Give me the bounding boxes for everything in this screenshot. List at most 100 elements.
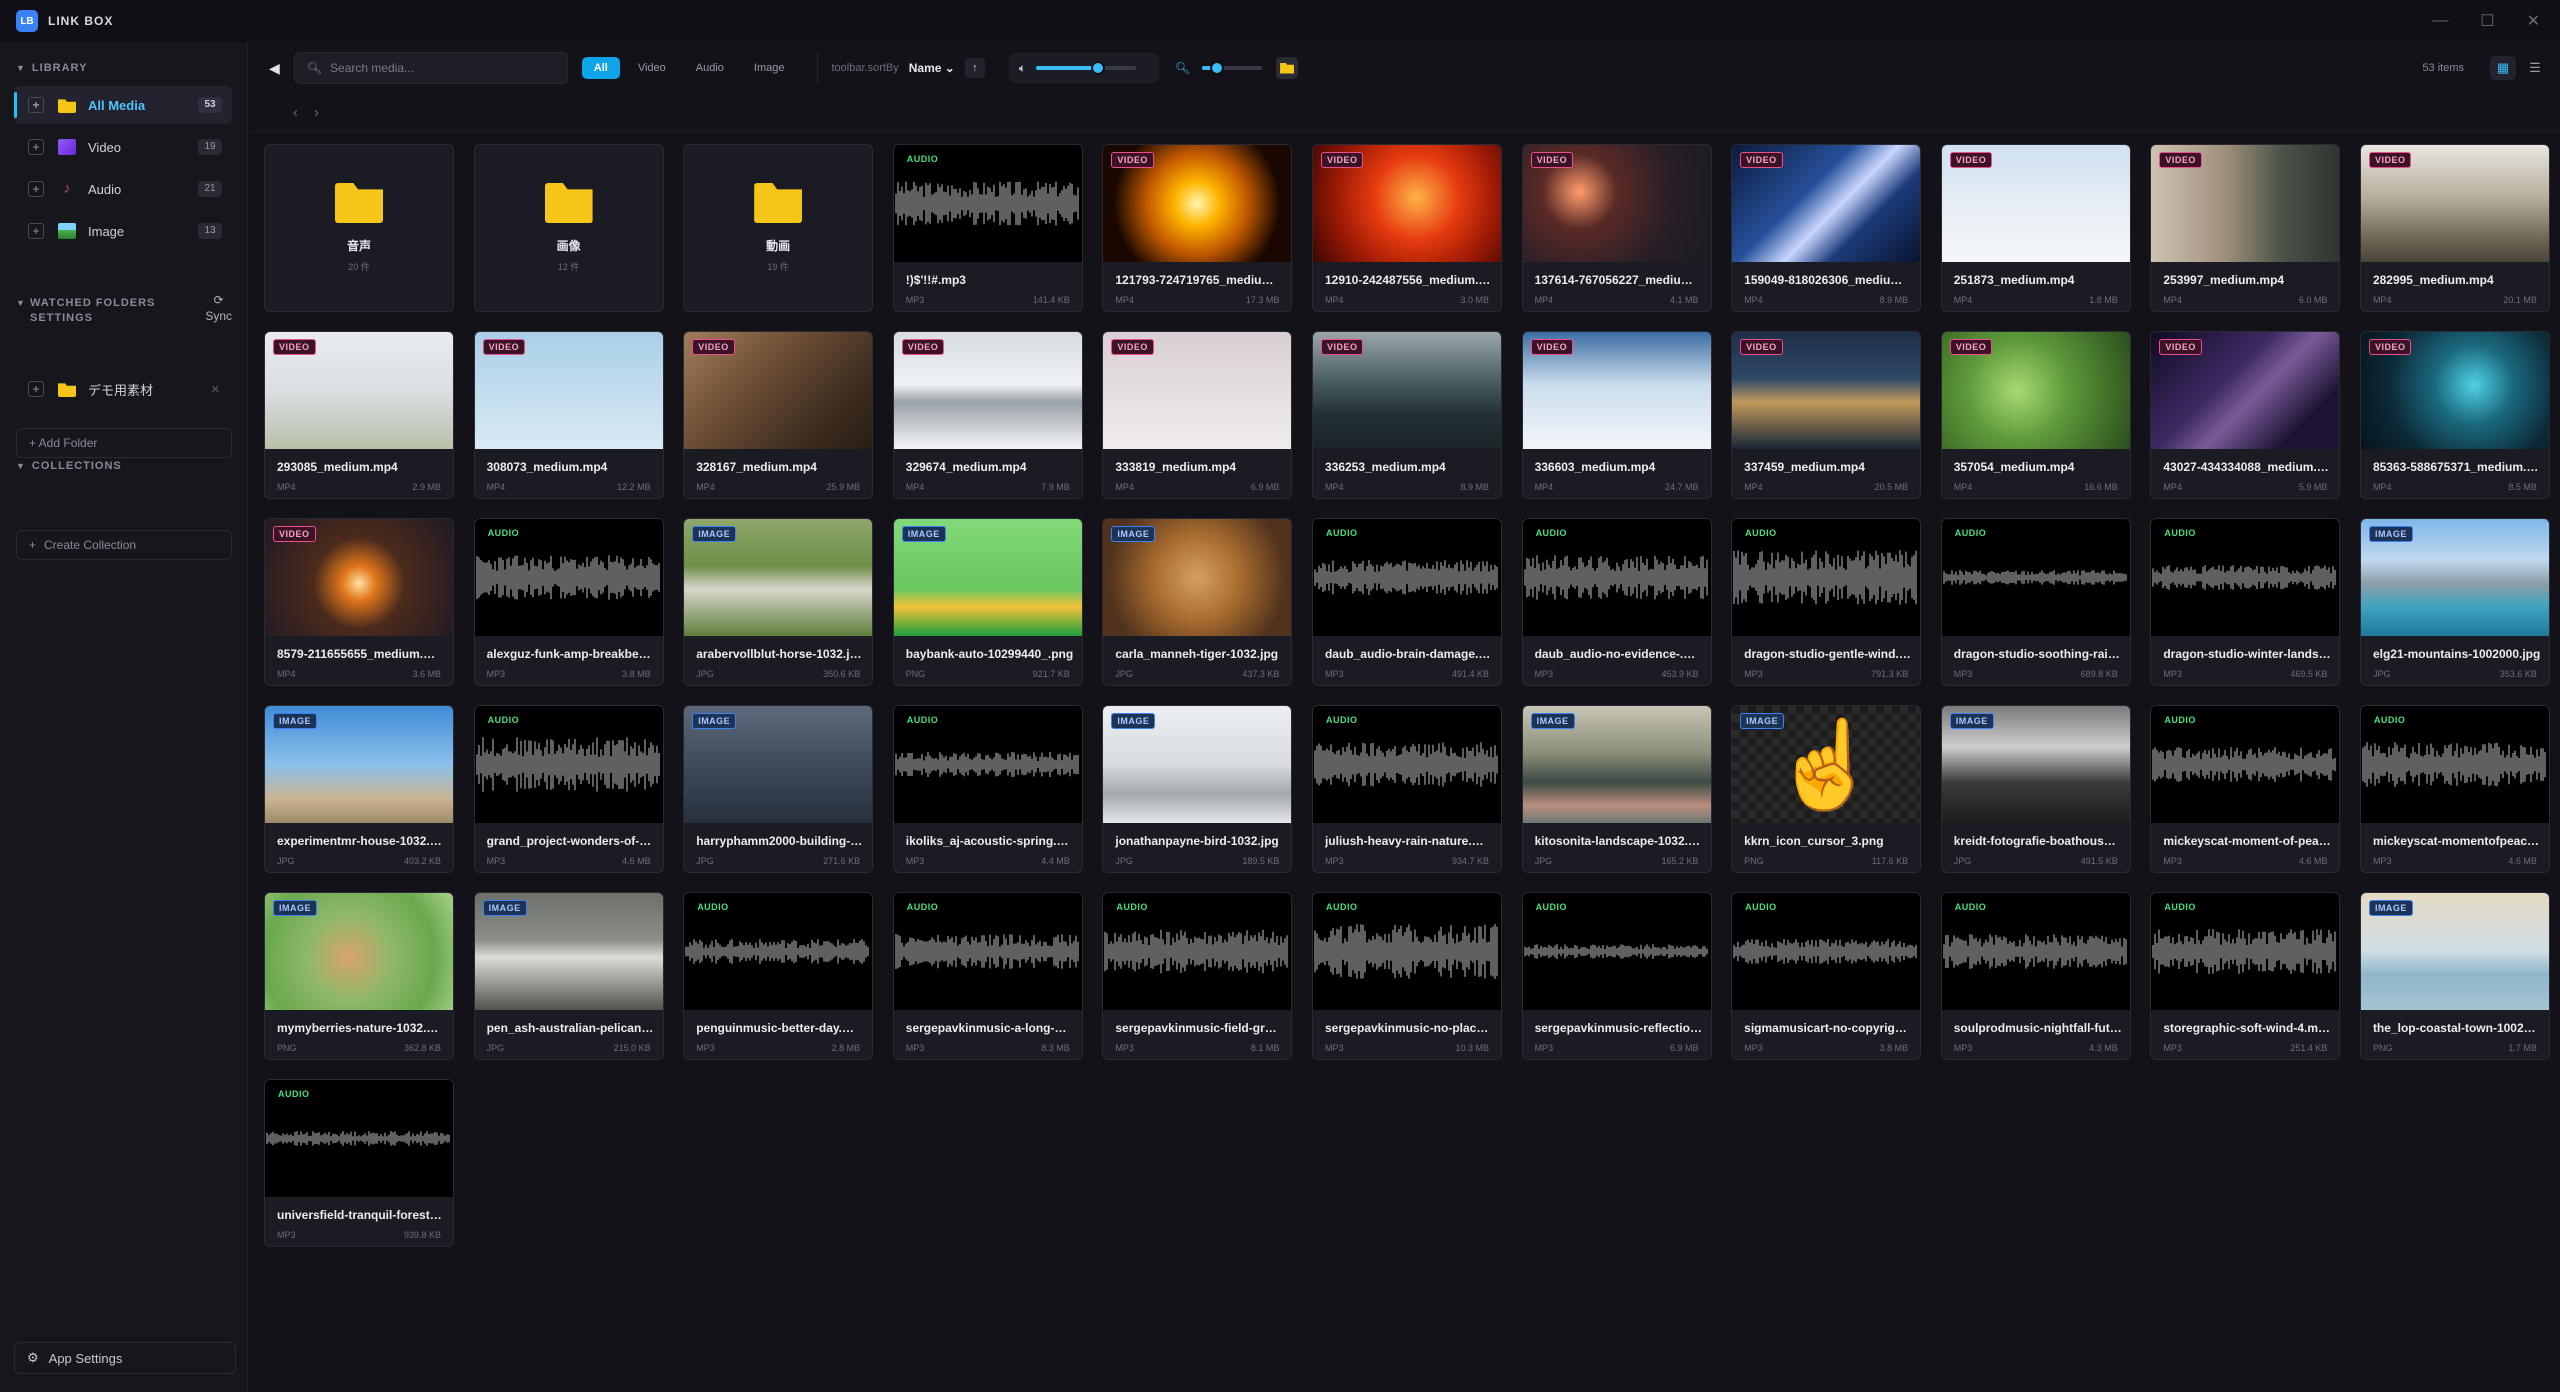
media-card[interactable]: IMAGE kreidt-fotografie-boathouse.jpg JPG 4…	[1940, 705, 2131, 873]
media-card[interactable]: AUDIO daub_audio-brain-damage.mp3 MP3 491.4…	[1311, 518, 1502, 686]
media-card[interactable]: VIDEO 357054_medium.mp4 MP4 16.6 MB	[1940, 331, 2131, 499]
media-card[interactable]: AUDIO mickeyscat-momentofpeace.mp3 MP3 4.6 …	[2359, 705, 2550, 873]
sidebar-item-image[interactable]: + Image 13	[14, 212, 232, 250]
sidebar-item-audio[interactable]: + ♪ Audio 21	[14, 170, 232, 208]
folder-card[interactable]: 動画 19 件	[683, 144, 874, 312]
media-card[interactable]: IMAGE arabervollblut-horse-1032.jpg JPG 350…	[683, 518, 874, 686]
media-card[interactable]: VIDEO 159049-818026306_medium.mp4 MP4 8.9 M…	[1731, 144, 1922, 312]
filter-all-button[interactable]: All	[581, 57, 620, 79]
media-card[interactable]: IMAGE the_lop-coastal-town-1002000.png PNG…	[2359, 892, 2550, 1060]
media-card[interactable]: IMAGE pen_ash-australian-pelican.jpg JPG 21…	[473, 892, 664, 1060]
media-card[interactable]: VIDEO 308073_medium.mp4 MP4 12.2 MB	[473, 331, 664, 499]
app-settings-button[interactable]: ⚙ App Settings	[14, 1342, 236, 1374]
media-card[interactable]: IMAGE harryphamm2000-building-1032.jpg JPG…	[683, 705, 874, 873]
add-icon[interactable]: +	[28, 381, 44, 397]
sidebar-item-video[interactable]: + Video 19	[14, 128, 232, 166]
media-card[interactable]: AUDIO juliush-heavy-rain-nature.mp3 MP3 934…	[1311, 705, 1502, 873]
media-card[interactable]: AUDIO mickeyscat-moment-of-peace.mp3 MP3 4.…	[2150, 705, 2341, 873]
media-card[interactable]: AUDIO penguinmusic-better-day.mp3 MP3 2.8 M…	[683, 892, 874, 1060]
filter-video-button[interactable]: Video	[626, 57, 678, 79]
media-card[interactable]: VIDEO 282995_medium.mp4 MP4 20.1 MB	[2359, 144, 2550, 312]
filter-audio-button[interactable]: Audio	[684, 57, 736, 79]
forward-arrow-icon[interactable]: ›	[314, 104, 319, 121]
watched-folder-item[interactable]: + デモ用素材 ✕	[14, 374, 232, 404]
media-card[interactable]: VIDEO 12910-242487556_medium.mp4 MP4 3.0 MB	[1311, 144, 1502, 312]
sync-button[interactable]: ⟳ Sync	[205, 292, 232, 324]
add-folder-button[interactable]: + Add Folder	[16, 428, 232, 458]
media-card[interactable]: VIDEO 121793-724719765_medium.mp4 MP4 17.3 …	[1102, 144, 1293, 312]
back-arrow-icon[interactable]: ‹	[293, 104, 298, 121]
add-icon[interactable]: +	[28, 139, 44, 155]
media-card[interactable]: VIDEO 333819_medium.mp4 MP4 6.9 MB	[1102, 331, 1293, 499]
media-card[interactable]: AUDIO storegraphic-soft-wind-4.mp3 MP3 251.…	[2150, 892, 2341, 1060]
sort-direction-button[interactable]: ↑	[964, 58, 985, 78]
folder-card[interactable]: 音声 20 件	[264, 144, 454, 312]
search-input[interactable]	[330, 61, 551, 75]
collapse-sidebar-icon[interactable]: ◀	[269, 60, 280, 77]
volume-slider[interactable]	[1036, 61, 1137, 75]
media-card[interactable]: VIDEO 337459_medium.mp4 MP4 20.5 MB	[1731, 331, 1922, 499]
media-card[interactable]: AUDIO alexguz-funk-amp-breakbeat.mp3 MP3 3.…	[473, 518, 664, 686]
media-card[interactable]: AUDIO soulprodmusic-nightfall-future.mp3 M…	[1940, 892, 2131, 1060]
media-card[interactable]: VIDEO 329674_medium.mp4 MP4 7.9 MB	[892, 331, 1083, 499]
media-card[interactable]: VIDEO 43027-434334088_medium.mp4 MP4 5.9 MB	[2150, 331, 2341, 499]
filter-image-button[interactable]: Image	[742, 57, 797, 79]
media-size: 3.6 MB	[412, 669, 441, 679]
media-card[interactable]: AUDIO universfield-tranquil-forest.mp3 MP3…	[264, 1079, 454, 1247]
media-card[interactable]: IMAGE mymyberries-nature-1032.png PNG 362.8…	[264, 892, 454, 1060]
media-size: 4.6 MB	[2508, 856, 2537, 866]
media-card[interactable]: IMAGE kitosonita-landscape-1032.jpg JPG 165…	[1521, 705, 1712, 873]
media-card[interactable]: AUDIO sergepavkinmusic-no-place.mp3 MP3 10.…	[1311, 892, 1502, 1060]
list-view-icon[interactable]: ☰	[2522, 56, 2548, 80]
library-heading[interactable]: ▼ LIBRARY	[16, 62, 87, 74]
folder-card[interactable]: 画像 12 件	[473, 144, 664, 312]
media-card[interactable]: VIDEO 253997_medium.mp4 MP4 6.0 MB	[2150, 144, 2341, 312]
media-card[interactable]: AUDIO dragon-studio-winter-landscape.mp3 M…	[2150, 518, 2341, 686]
zoom-slider[interactable]	[1202, 61, 1263, 75]
media-card[interactable]: IMAGE carla_manneh-tiger-1032.jpg JPG 437.3…	[1102, 518, 1293, 686]
remove-icon[interactable]: ✕	[211, 383, 220, 396]
media-card[interactable]: IMAGE elg21-mountains-1002000.jpg JPG 353.6…	[2359, 518, 2550, 686]
media-card[interactable]: IMAGE experimentmr-house-1032.jpg JPG 403.2…	[264, 705, 454, 873]
volume-slider-handle[interactable]	[1091, 61, 1106, 75]
media-card[interactable]: VIDEO 328167_medium.mp4 MP4 25.9 MB	[683, 331, 874, 499]
minimize-button[interactable]: —	[2432, 12, 2448, 30]
media-card[interactable]: AUDIO grand_project-wonders-of-nature.mp3…	[473, 705, 664, 873]
media-card[interactable]: AUDIO sigmamusicart-no-copyright.mp3 MP3 3.…	[1731, 892, 1922, 1060]
media-card[interactable]: AUDIO !)$'!!#.mp3 MP3 141.4 KB	[892, 144, 1083, 312]
sidebar-item-all-media[interactable]: + All Media 53	[14, 86, 232, 124]
media-card[interactable]: VIDEO 8579-211655655_medium.mp4 MP4 3.6 MB	[264, 518, 454, 686]
media-card[interactable]: VIDEO 293085_medium.mp4 MP4 2.9 MB	[264, 331, 454, 499]
speaker-icon[interactable]: 🔈︎	[1019, 61, 1026, 76]
media-card[interactable]: IMAGE baybank-auto-10299440_.png PNG 921.7 …	[892, 518, 1083, 686]
media-card[interactable]: AUDIO ikoliks_aj-acoustic-spring.mp3 MP3 4.…	[892, 705, 1083, 873]
collections-heading[interactable]: ▼ COLLECTIONS	[16, 460, 122, 472]
create-collection-button[interactable]: + Create Collection	[16, 530, 232, 560]
media-size: 403.2 KB	[403, 856, 441, 866]
media-name: universfield-tranquil-forest.mp3	[277, 1208, 445, 1222]
media-card[interactable]: AUDIO dragon-studio-gentle-wind.mp3 MP3 791…	[1731, 518, 1922, 686]
add-icon[interactable]: +	[28, 97, 44, 113]
media-card[interactable]: VIDEO 336603_medium.mp4 MP4 24.7 MB	[1521, 331, 1712, 499]
media-name: sigmamusicart-no-copyright.mp3	[1744, 1021, 1912, 1035]
sort-select[interactable]: Name ⌄	[909, 61, 955, 75]
close-button[interactable]: ✕	[2527, 11, 2540, 31]
media-card[interactable]: AUDIO dragon-studio-soothing-rain.mp3 MP3 6…	[1940, 518, 2131, 686]
media-card[interactable]: ☝ IMAGE kkrn_icon_cursor_3.png PNG 117.6 KB	[1731, 705, 1922, 873]
media-card[interactable]: VIDEO 85363-588675371_medium.mp4 MP4 8.5 MB	[2359, 331, 2550, 499]
media-card[interactable]: VIDEO 251873_medium.mp4 MP4 1.8 MB	[1940, 144, 2131, 312]
media-card[interactable]: VIDEO 336253_medium.mp4 MP4 8.9 MB	[1311, 331, 1502, 499]
add-icon[interactable]: +	[28, 181, 44, 197]
media-card[interactable]: AUDIO sergepavkinmusic-a-long-way.mp3 MP3 8…	[892, 892, 1083, 1060]
media-card[interactable]: VIDEO 137614-767056227_medium.mp4 MP4 4.1 M…	[1521, 144, 1712, 312]
maximize-button[interactable]: ☐	[2480, 11, 2494, 31]
media-card[interactable]: AUDIO daub_audio-no-evidence-.mp3 MP3 453.9…	[1521, 518, 1712, 686]
add-icon[interactable]: +	[28, 223, 44, 239]
media-card[interactable]: AUDIO sergepavkinmusic-reflection.mp3 MP3 6…	[1521, 892, 1712, 1060]
media-card[interactable]: AUDIO sergepavkinmusic-field-grass.mp3 MP3…	[1102, 892, 1293, 1060]
grid-view-icon[interactable]: ▦	[2490, 56, 2516, 80]
media-card[interactable]: IMAGE jonathanpayne-bird-1032.jpg JPG 189.5…	[1102, 705, 1293, 873]
zoom-slider-handle[interactable]	[1210, 61, 1225, 75]
open-folder-button[interactable]	[1276, 57, 1299, 79]
search-box[interactable]: 🔍︎	[293, 52, 568, 84]
